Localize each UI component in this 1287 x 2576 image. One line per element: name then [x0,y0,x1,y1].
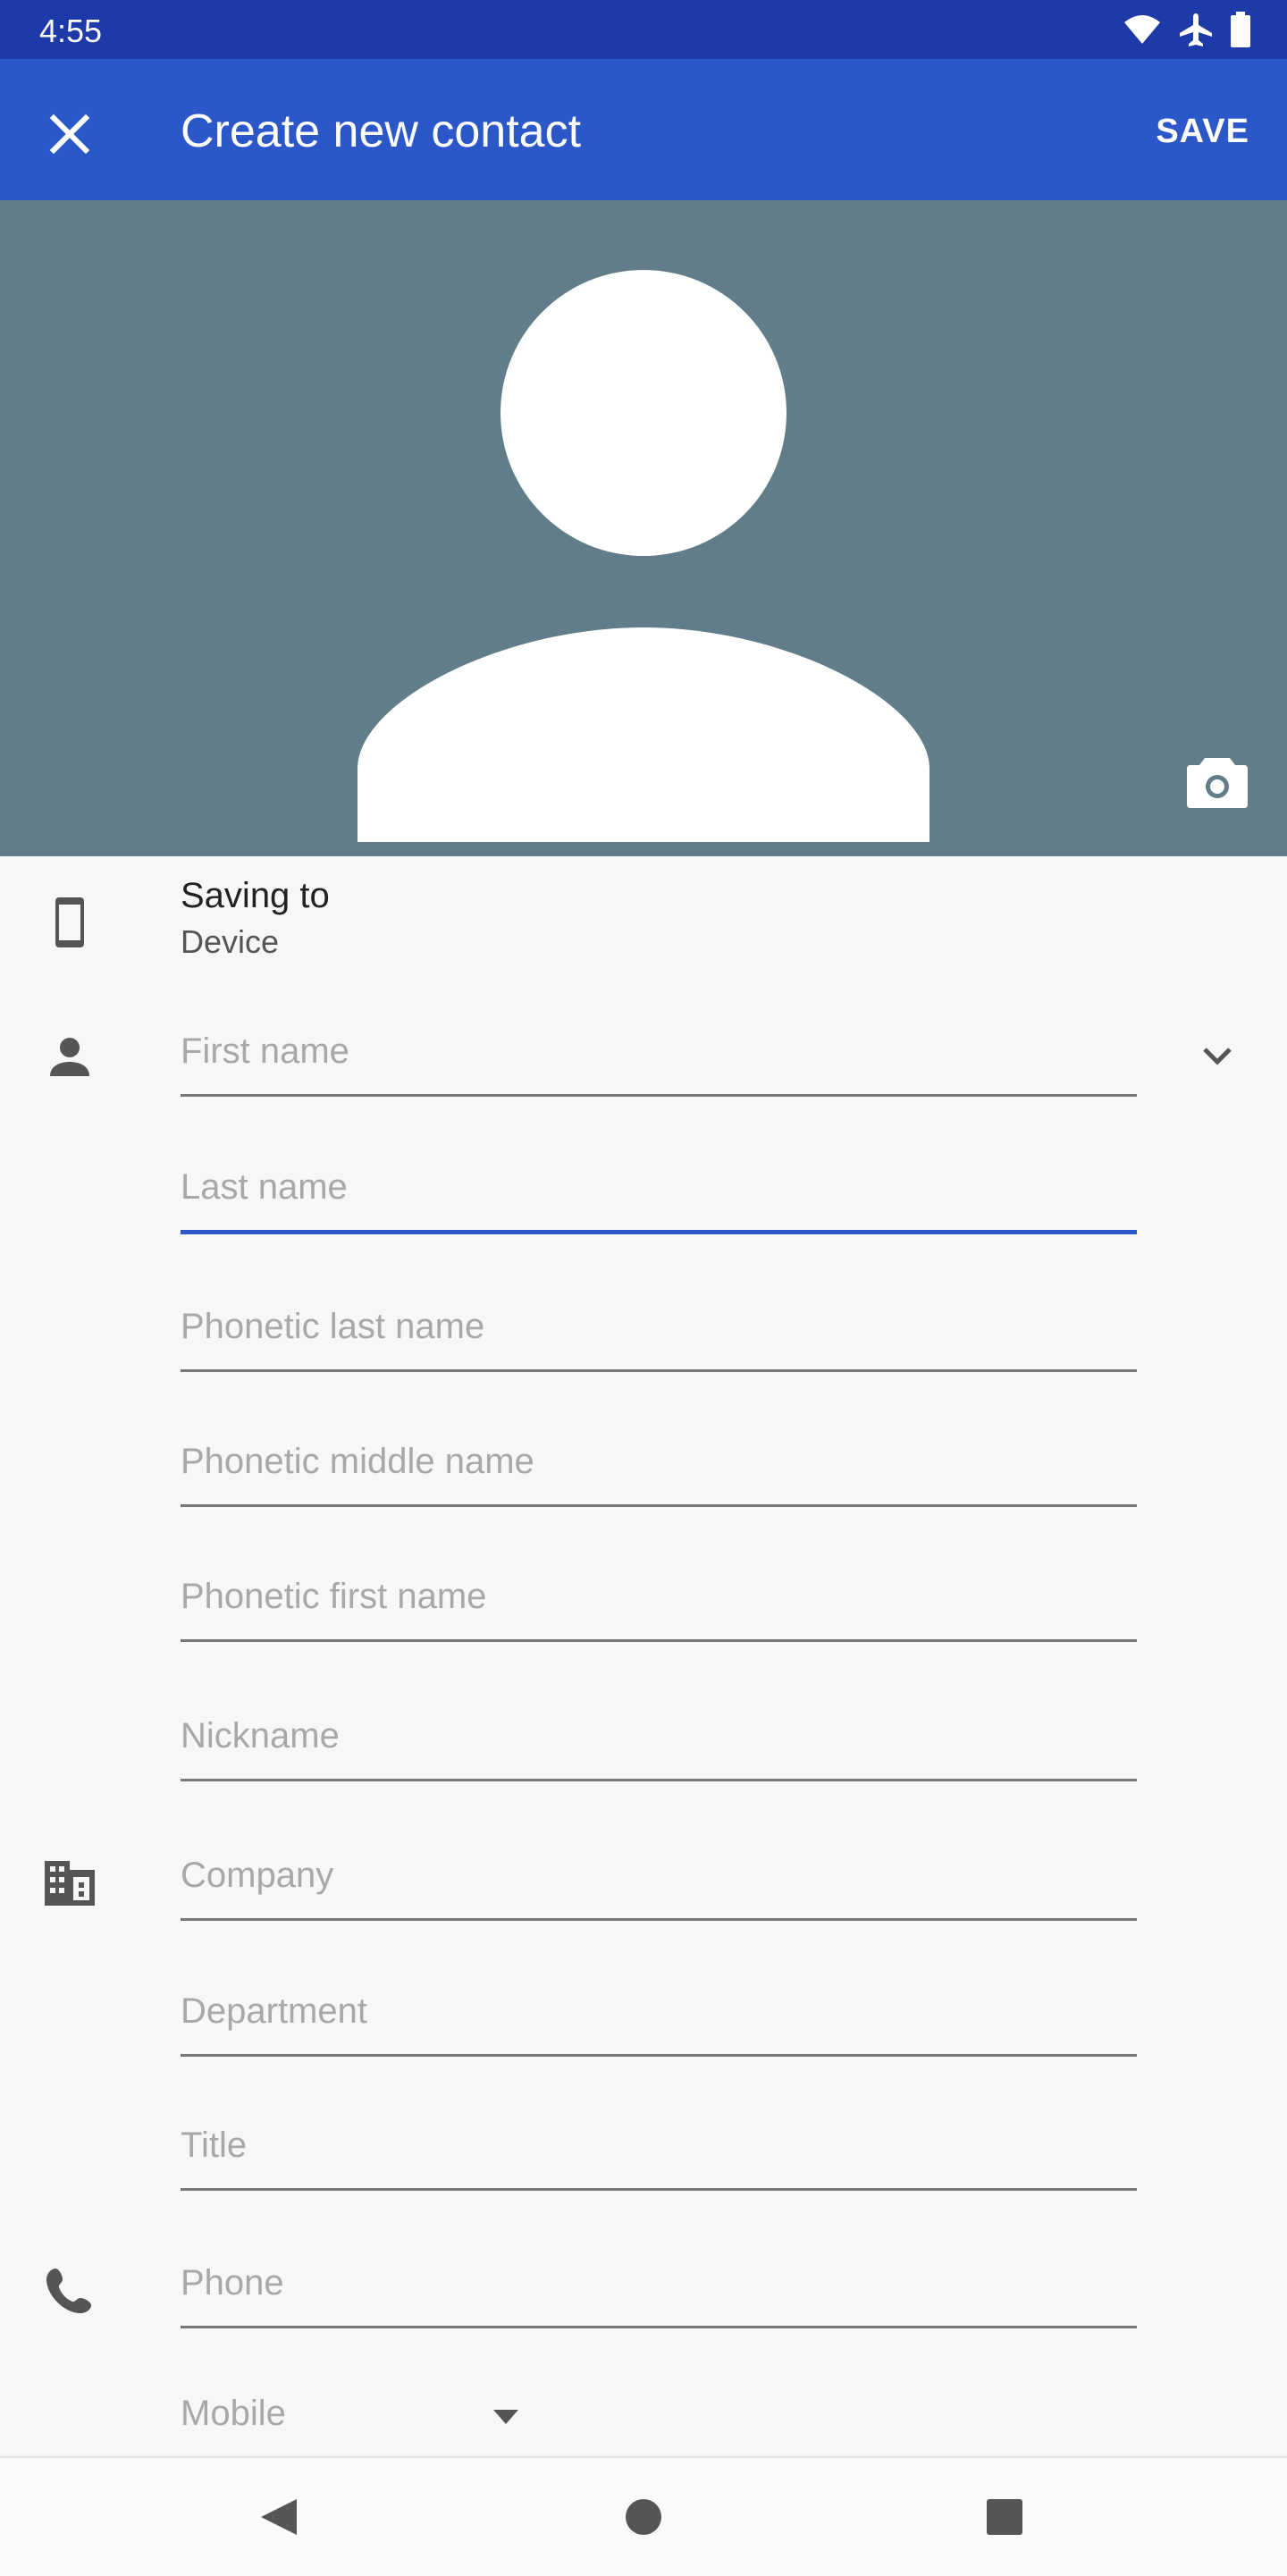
airplane-icon [1180,13,1212,46]
page-title: Create new contact [181,105,582,157]
phone-device-icon [55,897,84,947]
phonetic-middle-name-input[interactable] [181,1442,1137,1482]
battery-icon [1231,12,1250,47]
phone-type-dropdown[interactable]: Mobile [181,2394,527,2447]
home-icon [626,2499,661,2535]
title-input[interactable] [181,2126,1137,2166]
first-name-input[interactable] [181,1031,1137,1072]
first-name-field [181,1031,1137,1097]
close-icon [49,114,90,155]
status-icons [1123,11,1251,48]
recents-icon [987,2499,1022,2535]
recents-button[interactable] [969,2481,1040,2553]
department-field [181,1991,1137,2057]
last-name-field [181,1167,1137,1234]
nickname-input[interactable] [181,1716,1137,1756]
person-silhouette-icon [358,270,930,842]
back-button[interactable] [243,2481,315,2553]
navigation-bar [0,2456,1287,2576]
phone-field [181,2263,1137,2328]
dropdown-caret-icon [493,2410,518,2424]
saving-to-label: Saving to [181,876,330,915]
company-field [181,1856,1137,1921]
person-icon [50,1038,89,1076]
phonetic-first-name-field [181,1577,1137,1642]
contact-form: Saving to Device First name Last name Ph… [0,856,1287,2456]
close-button[interactable] [34,98,105,170]
change-photo-button[interactable] [1185,753,1249,810]
phonetic-last-name-input[interactable] [181,1307,1137,1347]
wifi-icon [1124,15,1160,44]
back-icon [261,2499,297,2535]
last-name-input[interactable] [181,1167,1137,1208]
saving-to-value: Device [181,923,280,960]
phonetic-last-name-field [181,1307,1137,1372]
chevron-down-icon [1203,1048,1232,1065]
status-time: 4:55 [39,13,103,49]
business-icon [45,1861,95,1906]
company-input[interactable] [181,1856,1137,1896]
title-field [181,2126,1137,2191]
contact-photo-area[interactable] [0,200,1287,856]
phonetic-first-name-input[interactable] [181,1577,1137,1617]
app-bar: Create new contact SAVE [0,59,1287,200]
nickname-field [181,1716,1137,1781]
phonetic-middle-name-field [181,1442,1137,1507]
camera-icon [1187,758,1248,808]
status-bar: 4:55 [0,0,1287,59]
phone-icon [46,2269,91,2313]
save-button[interactable]: SAVE [1156,104,1249,160]
expand-name-fields-button[interactable] [1194,1033,1241,1080]
saving-to-selector[interactable]: Saving to Device [181,876,330,961]
department-input[interactable] [181,1991,1137,2032]
phone-input[interactable] [181,2263,1137,2303]
phone-type-value: Mobile [181,2394,286,2433]
home-button[interactable] [608,2481,679,2553]
